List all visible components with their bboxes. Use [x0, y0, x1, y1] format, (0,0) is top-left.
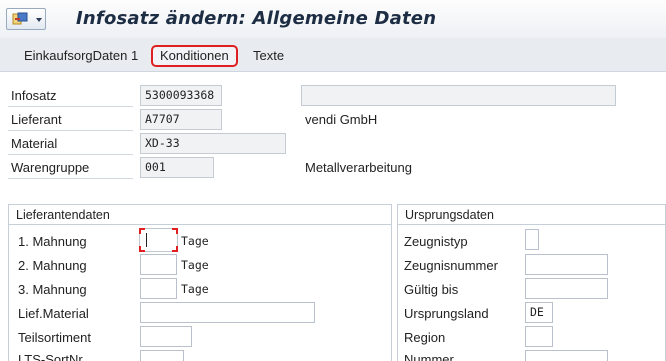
- infosatz-description-field: [301, 85, 616, 106]
- mahnung2-input[interactable]: [140, 254, 177, 275]
- row-divider: [8, 154, 133, 155]
- menu-icon: [12, 12, 28, 25]
- warengruppe-description: Metallverarbeitung: [305, 160, 412, 175]
- mahnung1-unit: Tage: [181, 234, 209, 248]
- ursprungsdaten-header: Ursprungsdaten: [398, 205, 665, 225]
- mahnung2-label: 2. Mahnung: [18, 258, 87, 273]
- lieferant-label: Lieferant: [11, 112, 62, 127]
- zeugnisnummer-input[interactable]: [525, 254, 608, 275]
- mahnung1-label: 1. Mahnung: [18, 234, 87, 249]
- lief-material-label: Lief.Material: [18, 306, 89, 321]
- material-label: Material: [11, 136, 58, 151]
- teilsortiment-input[interactable]: [140, 326, 192, 347]
- title-bar: Infosatz ändern: Allgemeine Daten: [0, 0, 666, 38]
- gueltig-bis-input[interactable]: [525, 278, 608, 299]
- page-title: Infosatz ändern: Allgemeine Daten: [76, 8, 437, 29]
- region-label: Region: [404, 330, 446, 345]
- ursprungsdaten-title: Ursprungsdaten: [405, 208, 494, 222]
- region-input[interactable]: [525, 326, 553, 347]
- row-divider: [8, 106, 133, 107]
- lts-sortnr-input[interactable]: [140, 350, 184, 361]
- tab-einkaufsorgdaten[interactable]: EinkaufsorgDaten 1: [18, 45, 144, 67]
- text-cursor: [146, 233, 147, 247]
- ursprungsland-label: Ursprungsland: [404, 306, 489, 321]
- tab-konditionen[interactable]: Konditionen: [151, 45, 238, 67]
- menu-button[interactable]: [6, 8, 46, 30]
- mahnung3-label: 3. Mahnung: [18, 282, 87, 297]
- teilsortiment-label: Teilsortiment: [18, 330, 91, 345]
- tab-texte[interactable]: Texte: [247, 45, 290, 67]
- lieferant-name: vendi GmbH: [305, 112, 378, 127]
- row-divider: [8, 130, 133, 131]
- chevron-down-icon: [36, 18, 42, 22]
- mahnung2-unit: Tage: [181, 258, 209, 272]
- zeugnistyp-input[interactable]: [525, 229, 539, 250]
- zeugnistyp-label: Zeugnistyp: [404, 234, 468, 249]
- lieferantendaten-title: Lieferantendaten: [16, 208, 110, 222]
- infosatz-label: Infosatz: [11, 88, 57, 103]
- mahnung3-unit: Tage: [181, 282, 209, 296]
- lieferant-field[interactable]: A7707: [140, 109, 222, 130]
- warengruppe-label: Warengruppe: [11, 160, 90, 175]
- nummer-label: Nummer: [404, 352, 454, 361]
- row-divider: [8, 178, 133, 179]
- warengruppe-field[interactable]: 001: [140, 157, 214, 178]
- ursprungsland-input[interactable]: DE: [525, 302, 553, 323]
- zeugnisnummer-label: Zeugnisnummer: [404, 258, 498, 273]
- gueltig-bis-label: Gültig bis: [404, 282, 459, 297]
- lief-material-input[interactable]: [140, 302, 315, 323]
- mahnung1-input[interactable]: [139, 228, 178, 252]
- infosatz-field[interactable]: 5300093368: [140, 85, 222, 106]
- material-field[interactable]: XD-33: [140, 133, 286, 154]
- lts-sortnr-label: LTS-SortNr: [18, 352, 83, 361]
- nummer-input[interactable]: [525, 350, 608, 361]
- mahnung3-input[interactable]: [140, 278, 177, 299]
- lieferantendaten-header: Lieferantendaten: [9, 205, 391, 225]
- tab-bar: EinkaufsorgDaten 1 Konditionen Texte: [0, 38, 666, 72]
